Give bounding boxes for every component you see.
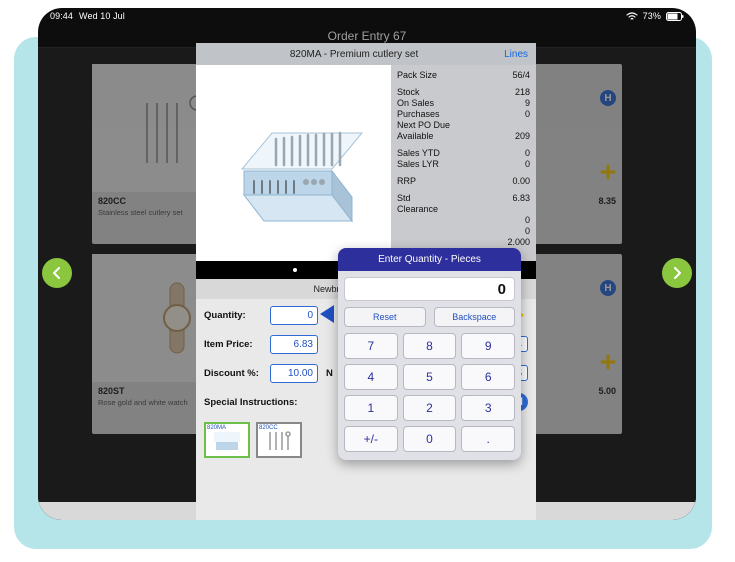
stat-value: 209	[515, 131, 530, 141]
plus-icon[interactable]	[600, 354, 616, 370]
stat-label: Clearance	[397, 204, 438, 214]
stat-label: Available	[397, 131, 433, 141]
stat-label: Std	[397, 193, 411, 203]
stat-value: 6.83	[512, 193, 530, 203]
keypad-display[interactable]: 0	[344, 277, 515, 301]
lines-link[interactable]: Lines	[504, 49, 528, 60]
keypad-title: Enter Quantity - Pieces	[338, 248, 521, 271]
stat-value: 0	[525, 226, 530, 236]
stat-label: Sales LYR	[397, 159, 439, 169]
key-sign[interactable]: +/-	[344, 426, 398, 452]
key-2[interactable]: 2	[403, 395, 457, 421]
price-field[interactable]: 6.83	[270, 335, 318, 354]
key-9[interactable]: 9	[461, 333, 515, 359]
stat-value: 0	[525, 159, 530, 169]
stat-value: 0	[525, 215, 530, 225]
special-instructions-label: Special Instructions:	[204, 397, 314, 408]
card-price: 5.00	[598, 386, 616, 396]
keypad-reset[interactable]: Reset	[344, 307, 426, 327]
stat-value: 0	[525, 148, 530, 158]
key-1[interactable]: 1	[344, 395, 398, 421]
stat-value: 218	[515, 87, 530, 97]
status-date: Wed 10 Jul	[79, 11, 125, 21]
card-price: 8.35	[598, 196, 616, 206]
h-badge: H	[600, 280, 616, 296]
card-code: 820CC	[98, 196, 126, 206]
keypad-backspace[interactable]: Backspace	[434, 307, 516, 327]
key-5[interactable]: 5	[403, 364, 457, 390]
thumb[interactable]: 820CC	[256, 422, 302, 458]
key-4[interactable]: 4	[344, 364, 398, 390]
stat-label: Next PO Due	[397, 120, 450, 130]
stat-value: 0	[525, 109, 530, 119]
wifi-icon	[626, 12, 638, 21]
key-3[interactable]: 3	[461, 395, 515, 421]
stat-value: 56/4	[512, 70, 530, 80]
ipad-frame: 09:44 Wed 10 Jul 73% Order Entry 67 Bran…	[38, 8, 696, 520]
keypad-grid: 7 8 9 4 5 6 1 2 3 +/- 0 .	[338, 333, 521, 460]
key-6[interactable]: 6	[461, 364, 515, 390]
stat-label: Sales YTD	[397, 148, 440, 158]
discount-label: Discount %:	[204, 368, 266, 379]
stat-label: On Sales	[397, 98, 434, 108]
thumb-label: 820CC	[259, 425, 278, 431]
discount-field[interactable]: 10.00	[270, 364, 318, 383]
quantity-label: Quantity:	[204, 310, 266, 321]
stat-label: Pack Size	[397, 70, 437, 80]
thumb-label: 820MA	[207, 425, 226, 431]
stat-value: 2.000	[507, 237, 530, 247]
nav-next[interactable]	[662, 258, 692, 288]
thumb-active[interactable]: 820MA	[204, 422, 250, 458]
battery-pct: 73%	[643, 11, 661, 21]
blue-arrow-icon	[320, 305, 334, 326]
quantity-field[interactable]: 0	[270, 306, 318, 325]
stat-label: Purchases	[397, 109, 440, 119]
modal-title: 820MA - Premium cutlery set	[204, 49, 504, 60]
modal-header: 820MA - Premium cutlery set Lines	[196, 43, 536, 65]
key-0[interactable]: 0	[403, 426, 457, 452]
card-desc: Rose gold and white watch	[98, 398, 188, 407]
price-suffix: N	[326, 368, 333, 379]
product-image	[196, 65, 391, 261]
status-bar: 09:44 Wed 10 Jul 73%	[38, 8, 696, 24]
status-time: 09:44	[50, 11, 73, 21]
card-code: 820ST	[98, 386, 125, 396]
product-stats: Pack Size 56/4 Stock 218 On Sales 9 Purchas…	[391, 65, 536, 261]
key-8[interactable]: 8	[403, 333, 457, 359]
price-label: Item Price:	[204, 339, 266, 350]
card-desc: Stainless steel cutlery set	[98, 208, 183, 217]
key-dot[interactable]: .	[461, 426, 515, 452]
nav-prev[interactable]	[42, 258, 72, 288]
stat-value: 0.00	[512, 176, 530, 186]
stat-label: Stock	[397, 87, 420, 97]
stat-value: 9	[525, 98, 530, 108]
quantity-keypad: Enter Quantity - Pieces 0 Reset Backspac…	[338, 248, 521, 460]
key-7[interactable]: 7	[344, 333, 398, 359]
h-badge: H	[600, 90, 616, 106]
stat-label: RRP	[397, 176, 416, 186]
plus-icon[interactable]	[600, 164, 616, 180]
battery-icon	[666, 12, 684, 21]
